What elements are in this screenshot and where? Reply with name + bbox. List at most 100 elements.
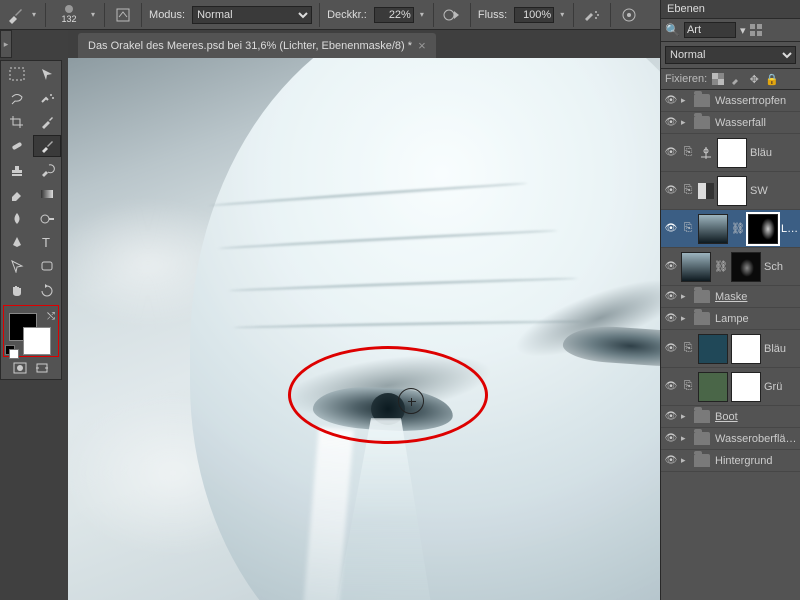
visibility-toggle[interactable]: 👁 <box>664 291 678 302</box>
visibility-toggle[interactable]: 👁 <box>664 117 678 128</box>
visibility-toggle[interactable]: 👁 <box>664 147 678 158</box>
airbrush-icon[interactable] <box>581 4 603 26</box>
layer-mask-thumb[interactable] <box>731 252 761 282</box>
search-icon[interactable]: 🔍 <box>665 23 680 37</box>
heal-tool[interactable] <box>3 135 31 157</box>
layer-name[interactable]: Sch <box>764 261 797 273</box>
layer-thumb[interactable] <box>698 334 728 364</box>
background-color[interactable] <box>23 327 51 355</box>
layer-row[interactable]: 👁⎘Bläu <box>661 134 800 172</box>
layer-row[interactable]: 👁 ⛓ Sch <box>661 248 800 286</box>
hand-tool[interactable] <box>3 279 31 301</box>
layer-row[interactable]: 👁▸ Wassertropfen <box>661 90 800 112</box>
pen-tool[interactable] <box>3 231 31 253</box>
visibility-toggle[interactable]: 👁 <box>664 95 678 106</box>
lock-transparent-icon[interactable] <box>711 72 725 86</box>
lock-paint-icon[interactable] <box>729 72 743 86</box>
layer-blend-mode-select[interactable]: Normal <box>665 46 796 64</box>
layer-mask-thumb[interactable] <box>731 334 761 364</box>
visibility-toggle[interactable]: 👁 <box>664 411 678 422</box>
layer-row[interactable]: 👁⎘⛓Lich <box>661 210 800 248</box>
layer-row[interactable]: 👁▸Lampe <box>661 308 800 330</box>
gradient-tool[interactable] <box>33 183 61 205</box>
visibility-toggle[interactable]: 👁 <box>664 343 678 354</box>
layer-name[interactable]: SW <box>750 185 793 197</box>
default-colors-icon[interactable] <box>5 345 19 357</box>
lasso-tool[interactable] <box>3 87 31 109</box>
layer-row[interactable]: 👁▸ Wasserfall <box>661 112 800 134</box>
layer-name[interactable]: Boot <box>715 411 797 423</box>
crop-tool[interactable] <box>3 111 31 133</box>
type-tool[interactable]: T <box>33 231 61 253</box>
layer-row[interactable]: 👁▸ Hintergrund <box>661 450 800 472</box>
layer-row[interactable]: 👁▸Maske <box>661 286 800 308</box>
collapsed-panel-strip[interactable]: ▸ <box>0 30 12 58</box>
visibility-toggle[interactable]: 👁 <box>664 261 678 272</box>
document-tab[interactable]: Das Orakel des Meeres.psd bei 31,6% (Lic… <box>78 33 436 58</box>
history-brush-tool[interactable] <box>33 159 61 181</box>
layer-thumb[interactable] <box>681 252 711 282</box>
blur-tool[interactable] <box>3 207 31 229</box>
visibility-toggle[interactable]: 👁 <box>664 433 678 444</box>
layer-kind-filter[interactable] <box>684 22 736 38</box>
chevron-down-icon[interactable]: ▾ <box>32 10 36 19</box>
disclosure-triangle[interactable]: ▸ <box>681 95 691 106</box>
quick-select-tool[interactable] <box>33 87 61 109</box>
disclosure-triangle[interactable]: ▸ <box>681 117 691 128</box>
layer-name[interactable]: Bläu <box>764 343 793 355</box>
layer-mask-thumb[interactable] <box>731 372 761 402</box>
chevron-down-icon[interactable]: ▾ <box>740 24 746 37</box>
layer-name[interactable]: Hintergrund <box>715 455 797 467</box>
layer-name[interactable]: Wasserfall <box>715 117 797 129</box>
swap-colors-icon[interactable]: ⤭ <box>47 311 55 322</box>
pressure-size-icon[interactable] <box>618 4 640 26</box>
stamp-tool[interactable] <box>3 159 31 181</box>
brush-panel-toggle-icon[interactable] <box>112 4 134 26</box>
tool-preset-button[interactable] <box>4 4 26 26</box>
grid-icon[interactable] <box>749 23 763 37</box>
layer-name[interactable]: Lich <box>781 223 797 235</box>
marquee-tool[interactable] <box>3 63 31 85</box>
layer-thumb[interactable] <box>698 372 728 402</box>
move-tool[interactable] <box>33 63 61 85</box>
layer-name[interactable]: Maske <box>715 291 797 303</box>
layer-thumb[interactable] <box>698 214 728 244</box>
layer-name[interactable]: Wassertropfen <box>715 95 797 107</box>
layer-mask-thumb[interactable] <box>748 214 778 244</box>
flow-input[interactable] <box>514 7 554 23</box>
layer-name[interactable]: Grü <box>764 381 793 393</box>
visibility-toggle[interactable]: 👁 <box>664 313 678 324</box>
mask-link-icon[interactable]: ⛓ <box>714 260 728 273</box>
canvas[interactable] <box>68 58 660 600</box>
layer-mask-thumb[interactable] <box>717 176 747 206</box>
visibility-toggle[interactable]: 👁 <box>664 185 678 196</box>
disclosure-triangle[interactable]: ▸ <box>681 433 691 444</box>
rotate-view-tool[interactable] <box>33 279 61 301</box>
lock-all-icon[interactable]: 🔒 <box>765 72 779 86</box>
chevron-down-icon[interactable]: ▾ <box>420 10 424 19</box>
layers-panel-tab[interactable]: Ebenen <box>661 0 800 19</box>
shape-tool[interactable] <box>33 255 61 277</box>
layer-row[interactable]: 👁⎘Grü <box>661 368 800 406</box>
layer-mask-thumb[interactable] <box>717 138 747 168</box>
close-icon[interactable]: × <box>418 38 426 53</box>
chevron-down-icon[interactable]: ▾ <box>560 10 564 19</box>
visibility-toggle[interactable]: 👁 <box>664 455 678 466</box>
blend-mode-select[interactable]: Normal <box>192 6 312 24</box>
quickmask-toggle[interactable] <box>10 359 30 377</box>
brush-preset-picker[interactable]: 132 <box>53 3 85 27</box>
eyedropper-tool[interactable] <box>33 111 61 133</box>
path-select-tool[interactable] <box>3 255 31 277</box>
layer-name[interactable]: Bläu <box>750 147 793 159</box>
layer-name[interactable]: Wasseroberfläch <box>715 433 797 445</box>
dodge-tool[interactable] <box>33 207 61 229</box>
brush-tool[interactable] <box>33 135 61 157</box>
layer-row[interactable]: 👁⎘SW <box>661 172 800 210</box>
layer-row[interactable]: 👁▸ Wasseroberfläch <box>661 428 800 450</box>
disclosure-triangle[interactable]: ▸ <box>681 455 691 466</box>
visibility-toggle[interactable]: 👁 <box>664 223 678 234</box>
disclosure-triangle[interactable]: ▸ <box>681 411 691 422</box>
layer-name[interactable]: Lampe <box>715 313 797 325</box>
layer-row[interactable]: 👁⎘Bläu <box>661 330 800 368</box>
screen-mode-toggle[interactable] <box>32 359 52 377</box>
